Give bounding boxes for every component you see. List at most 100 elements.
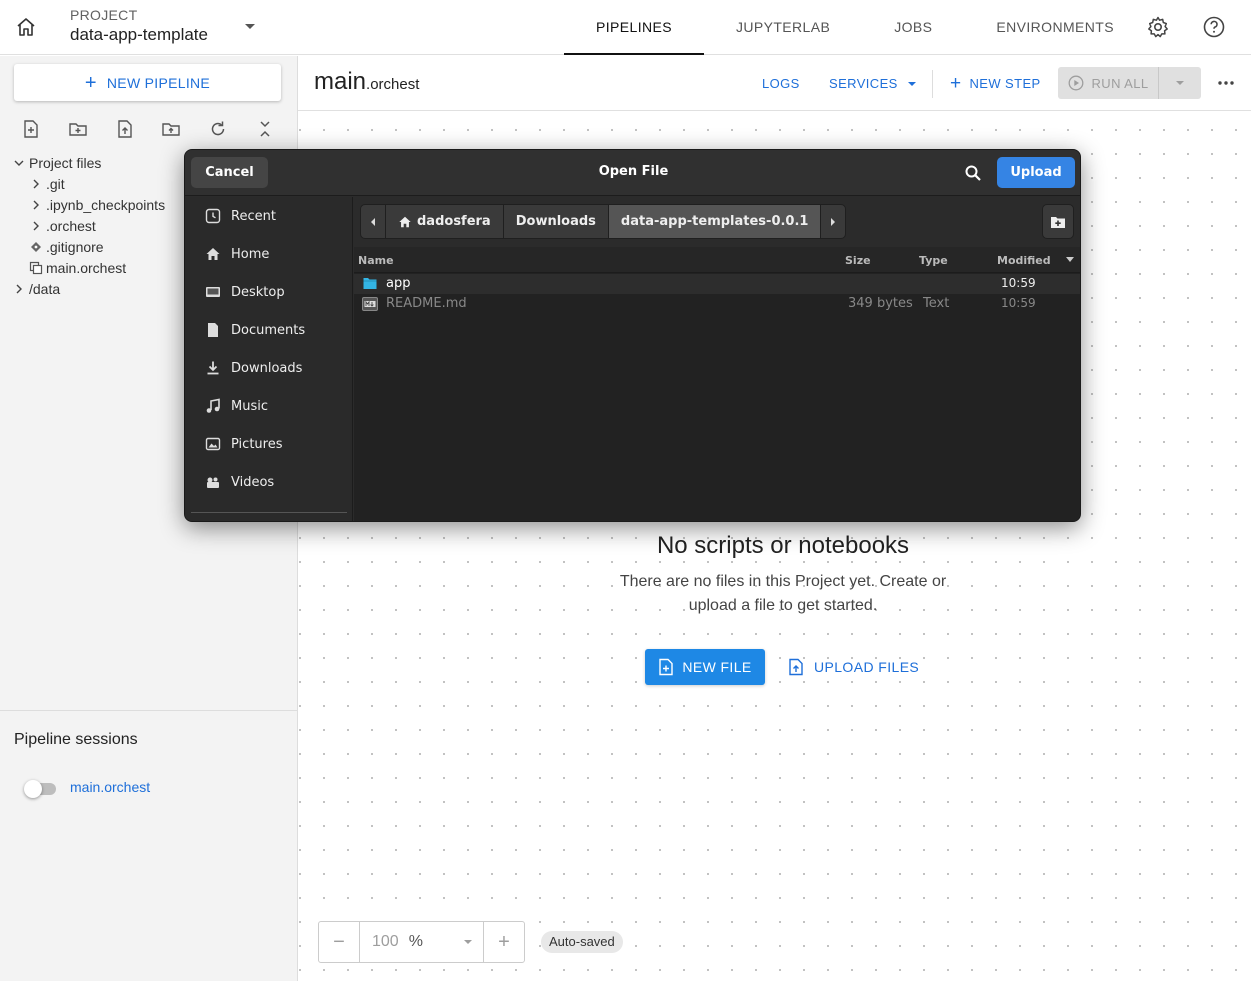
project-name: data-app-template [70, 25, 208, 44]
zoom-control: − 100 % + [318, 921, 525, 963]
tree-item-ipynb-checkpoints[interactable]: .ipynb_checkpoints [12, 194, 165, 215]
new-folder-icon [1051, 216, 1065, 228]
toggle-knob [24, 780, 42, 798]
pipeline-title: main.orchest [314, 68, 419, 96]
more-options-icon[interactable] [1216, 75, 1236, 91]
place-home[interactable]: Home [185, 235, 352, 273]
tree-item-label: .ipynb_checkpoints [46, 196, 166, 213]
place-music[interactable]: Music [185, 387, 352, 425]
help-icon[interactable] [1202, 15, 1226, 39]
new-pipeline-button[interactable]: + NEW PIPELINE [14, 64, 281, 101]
zoom-in-button[interactable]: + [484, 922, 524, 962]
new-folder-icon[interactable] [67, 118, 89, 140]
new-file-button[interactable]: NEW FILE [645, 649, 765, 685]
upload-files-button[interactable]: UPLOAD FILES [788, 649, 919, 685]
file-row-readme[interactable]: README.md 349 bytes Text 10:59 [354, 294, 1080, 314]
file-tree: Project files .git .ipynb_checkpoints .o… [12, 152, 165, 299]
file-browser: dadosfera Downloads data-app-templates-0… [354, 197, 1080, 521]
run-all-dropdown[interactable] [1159, 67, 1201, 99]
file-row-app[interactable]: app 10:59 [354, 274, 1080, 294]
file-name: README.md [386, 296, 467, 311]
collapse-all-icon[interactable] [254, 118, 276, 140]
tab-jobs[interactable]: JOBS [862, 0, 964, 55]
place-pictures[interactable]: Pictures [185, 425, 352, 463]
column-type[interactable]: Type [919, 254, 948, 267]
empty-line-1: There are no files in this Project yet. … [619, 573, 947, 590]
dialog-header: Cancel Open File Upload [185, 150, 1080, 196]
upload-file-icon[interactable] [114, 118, 136, 140]
clock-icon [205, 208, 221, 224]
chevron-down-icon [464, 940, 472, 944]
place-downloads[interactable]: Downloads [185, 349, 352, 387]
place-desktop[interactable]: Desktop [185, 273, 352, 311]
project-selector[interactable]: PROJECT data-app-template [70, 7, 208, 45]
chevron-right-icon [33, 221, 39, 230]
tree-item-main-orchest[interactable]: main.orchest [12, 257, 165, 278]
zoom-select[interactable]: 100 % [359, 922, 484, 962]
sessions-title: Pipeline sessions [14, 731, 138, 748]
session-toggle[interactable] [24, 780, 56, 798]
cancel-button[interactable]: Cancel [191, 157, 268, 188]
session-link[interactable]: main.orchest [70, 779, 150, 795]
tree-item-git[interactable]: .git [12, 173, 165, 194]
play-circle-icon [1068, 75, 1083, 91]
tree-item-gitignore[interactable]: .gitignore [12, 236, 165, 257]
pipeline-header: main.orchest LOGS SERVICES + NEW STEP RU… [298, 56, 1251, 111]
file-type: Text [923, 296, 950, 311]
gear-icon[interactable] [1146, 15, 1170, 39]
upload-files-label: UPLOAD FILES [814, 659, 920, 675]
refresh-icon[interactable] [207, 118, 229, 140]
open-file-dialog: Cancel Open File Upload Recent Home Desk… [184, 149, 1081, 522]
tree-item-label: .orchest [46, 217, 96, 234]
tree-root-project-files[interactable]: Project files [12, 152, 165, 173]
column-modified[interactable]: Modified [997, 254, 1051, 267]
file-toolbar [20, 118, 276, 140]
crumb-current-folder[interactable]: data-app-templates-0.0.1 [608, 205, 822, 238]
column-size[interactable]: Size [845, 254, 871, 267]
run-all-button[interactable]: RUN ALL [1058, 67, 1201, 99]
document-icon [208, 323, 218, 337]
search-icon[interactable] [964, 164, 982, 182]
desktop-icon [206, 287, 220, 297]
services-button[interactable]: SERVICES [829, 56, 918, 111]
zoom-unit: % [408, 933, 423, 950]
upload-button[interactable]: Upload [997, 157, 1075, 188]
dialog-title: Open File [598, 164, 669, 179]
place-videos[interactable]: Videos [185, 463, 352, 501]
sort-down-icon[interactable] [1064, 256, 1076, 264]
pipeline-title-ext: .orchest [366, 76, 420, 93]
crumb-forward-button[interactable] [821, 205, 845, 238]
empty-line-2: upload a file to get started. [688, 597, 878, 614]
download-icon [207, 361, 219, 375]
place-recent[interactable]: Recent [185, 197, 352, 235]
new-folder-button[interactable] [1042, 204, 1074, 239]
file-size: 349 bytes [848, 296, 913, 311]
tab-environments[interactable]: ENVIRONMENTS [964, 0, 1146, 55]
home-icon [399, 216, 411, 227]
tree-item-orchest[interactable]: .orchest [12, 215, 165, 236]
chevron-right-icon [16, 284, 22, 293]
git-icon [31, 241, 41, 252]
tab-jupyterlab[interactable]: JUPYTERLAB [704, 0, 862, 55]
upload-folder-icon[interactable] [160, 118, 182, 140]
new-step-button[interactable]: + NEW STEP [950, 56, 1041, 111]
markdown-file-icon [362, 297, 378, 311]
crumb-home[interactable]: dadosfera [386, 205, 504, 238]
tab-pipelines[interactable]: PIPELINES [564, 0, 704, 55]
new-file-icon[interactable] [20, 118, 42, 140]
tree-item-data[interactable]: /data [12, 278, 165, 299]
column-name[interactable]: Name [358, 254, 394, 267]
home-icon[interactable] [14, 15, 38, 39]
chevron-down-icon[interactable] [243, 22, 257, 32]
place-documents[interactable]: Documents [185, 311, 352, 349]
empty-text: There are no files in this Project yet. … [598, 570, 968, 618]
logs-button[interactable]: LOGS [762, 56, 800, 111]
place-label: Desktop [231, 284, 285, 300]
video-icon [207, 477, 219, 488]
project-label: PROJECT [70, 7, 138, 23]
crumb-downloads[interactable]: Downloads [504, 205, 609, 238]
zoom-out-button[interactable]: − [319, 922, 359, 962]
home-icon [206, 248, 220, 260]
run-all-main[interactable]: RUN ALL [1058, 67, 1159, 99]
crumb-back-button[interactable] [361, 205, 386, 238]
